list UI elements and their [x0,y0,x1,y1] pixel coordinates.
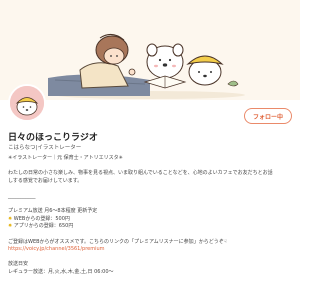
pointing-hand-icon: ☟ [223,238,227,245]
description-tagline: ✳︎イラストレーター｜元 保育士・アトリエリスタ✳︎ [8,155,123,161]
premium-web-price-text: WEBからの登録：500円 [13,215,70,222]
star-icon: ✸ [8,215,13,222]
header-illustration [48,34,245,99]
star-icon: ✸ [8,223,13,230]
schedule-title: 放送日安 [8,261,29,268]
premium-link-url[interactable]: https://voicy.jp/channel/3561/premium [8,246,105,252]
description-body-line-2: しする感覚でお届けしています。 [8,177,83,184]
recommend-text: ご登録はWEBからがオススメです。こちらのリンクの「プレミアムリスナーに参加」か… [8,239,294,247]
follow-button[interactable]: フォロー中 [244,108,292,124]
channel-avatar[interactable] [8,84,46,122]
schedule-regular: レギュラー放送：月,火,水,木,金,土,日 06:00〜 [8,268,114,275]
channel-title: 日々のほっこりラジオ [8,133,98,143]
recommend-text-body: ご登録はWEBからがオススメです。こちらのリンクの「プレミアムリスナーに参加」か… [8,238,224,245]
premium-title: プレミアム放送 月6〜8本程度 更新予定 [8,208,98,215]
channel-subtitle: こはらなつ|イラストレーター [8,145,82,151]
premium-link[interactable]: https://voicy.jp/channel/3561/premium [8,246,294,254]
description-divider: ___________ [8,192,36,199]
premium-app-price: ✸ アプリからの登録：650円 [8,223,294,231]
avatar-illustration [10,86,44,120]
description-body-line-1: わたしの日常の小さな楽しみ、物事を見る視点、いま取り組んでいることなどを、心地の… [8,170,273,177]
channel-header-illustration [0,0,300,100]
channel-description: ✳︎イラストレーター｜元 保育士・アトリエリスタ✳︎ わたしの日常の小さな楽しみ… [8,155,294,277]
premium-app-price-text: アプリからの登録：650円 [13,223,74,230]
